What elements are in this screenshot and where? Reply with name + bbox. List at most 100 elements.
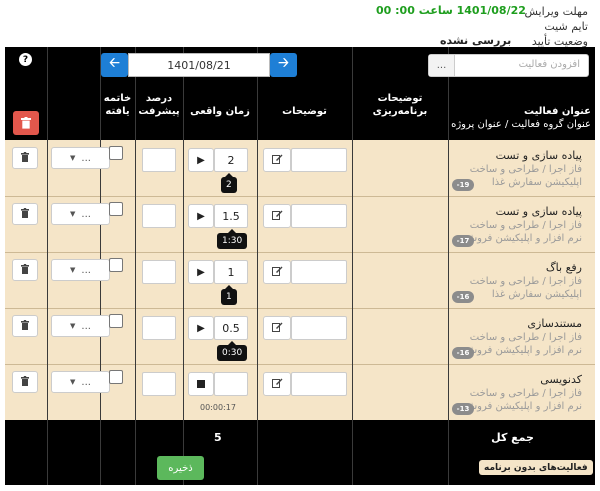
play-icon[interactable]: ▶ bbox=[188, 316, 214, 340]
header-labels: مهلت ویرایش تایم شیت وضعیت تأیید bbox=[525, 4, 589, 49]
row-dropdown[interactable]: ▼... bbox=[51, 315, 110, 337]
play-icon[interactable]: ▶ bbox=[188, 148, 214, 172]
activity-title: کدنویسی bbox=[540, 373, 582, 386]
trash-icon bbox=[21, 151, 29, 165]
col-notes: توضیحات bbox=[282, 106, 327, 117]
edit-notes-button[interactable] bbox=[263, 260, 291, 284]
time-tooltip: 1:30 bbox=[217, 229, 248, 249]
row-dropdown[interactable]: ▼... bbox=[51, 147, 110, 169]
unplanned-activities-button[interactable]: فعالیت‌های بدون برنامه bbox=[479, 460, 593, 475]
done-checkbox[interactable] bbox=[109, 146, 123, 160]
progress-input[interactable] bbox=[142, 204, 176, 228]
notes-input[interactable] bbox=[291, 372, 347, 396]
activity-title: پیاده سازی و تست bbox=[495, 149, 582, 162]
activity-group: فاز اجرا / طراحی و ساخت bbox=[469, 332, 582, 343]
col-activity: عنوان فعالیت عنوان گروه فعالیت / عنوان پ… bbox=[451, 106, 591, 130]
time-tooltip: 1 bbox=[221, 285, 237, 305]
actual-time-input[interactable]: 1 bbox=[214, 260, 248, 284]
row-dropdown[interactable]: ▼... bbox=[51, 371, 110, 393]
edit-notes-button[interactable] bbox=[263, 316, 291, 340]
progress-input[interactable] bbox=[142, 372, 176, 396]
actual-time-input[interactable]: 0.5 bbox=[214, 316, 248, 340]
activity-group: فاز اجرا / طراحی و ساخت bbox=[469, 164, 582, 175]
edit-icon bbox=[271, 322, 283, 335]
delete-row-button[interactable] bbox=[12, 259, 38, 281]
arrow-right-icon[interactable]: 🡢 bbox=[270, 53, 297, 77]
play-icon[interactable]: ▶ bbox=[188, 260, 214, 284]
date-navigator: 🡠 1401/08/21 🡢 bbox=[101, 53, 297, 77]
progress-input[interactable] bbox=[142, 148, 176, 172]
activity-project: نرم افزار و اپلیکیشن فروش bbox=[464, 401, 582, 412]
trash-icon bbox=[21, 375, 29, 389]
question-icon[interactable]: ? bbox=[19, 53, 32, 66]
row-dropdown[interactable]: ▼... bbox=[51, 203, 110, 225]
status-value: بررسی نشده bbox=[440, 34, 512, 47]
table-row: ▼... 00:00:17 کدنویسی فاز اجرا / طراحی و سا… bbox=[5, 364, 595, 420]
delete-row-button[interactable] bbox=[12, 371, 38, 393]
edit-notes-button[interactable] bbox=[263, 372, 291, 396]
done-checkbox[interactable] bbox=[109, 258, 123, 272]
stop-icon[interactable] bbox=[188, 372, 214, 396]
delay-badge: -16 bbox=[452, 347, 474, 359]
trash-icon bbox=[21, 207, 29, 221]
activity-title: رفع باگ bbox=[545, 261, 582, 274]
notes-input[interactable] bbox=[291, 260, 347, 284]
chevron-down-icon: ▼ bbox=[70, 154, 76, 162]
progress-input[interactable] bbox=[142, 260, 176, 284]
actual-time-input[interactable]: 1.5 bbox=[214, 204, 248, 228]
chevron-down-icon: ▼ bbox=[70, 266, 76, 274]
row-dropdown[interactable]: ▼... bbox=[51, 259, 110, 281]
timesheet-table: ? 🡠 1401/08/21 🡢 ... افزودن فعالیت خاتمه… bbox=[5, 47, 595, 485]
done-checkbox[interactable] bbox=[109, 370, 123, 384]
deadline-value: 1401/08/22 ساعت 00: 00 bbox=[376, 4, 526, 17]
activity-project: اپلیکیشن سفارش غذا bbox=[491, 289, 582, 300]
delay-badge: -13 bbox=[452, 403, 474, 415]
done-checkbox[interactable] bbox=[109, 314, 123, 328]
table-row: ▼... ▶ 0.5 0:30 مستندسازی فاز اجرا / طراحی و … bbox=[5, 308, 595, 364]
notes-input[interactable] bbox=[291, 148, 347, 172]
trash-icon bbox=[21, 117, 31, 129]
edit-icon bbox=[271, 210, 283, 223]
add-activity-input[interactable]: ... افزودن فعالیت bbox=[428, 54, 589, 77]
done-checkbox[interactable] bbox=[109, 202, 123, 216]
running-timer: 00:00:17 bbox=[200, 403, 236, 412]
progress-input[interactable] bbox=[142, 316, 176, 340]
add-activity-placeholder: افزودن فعالیت bbox=[518, 59, 580, 70]
activity-title: پیاده سازی و تست bbox=[495, 205, 582, 218]
delay-badge: -17 bbox=[452, 235, 474, 247]
activity-project: نرم افزار و اپلیکیشن فروش bbox=[464, 233, 582, 244]
trash-icon bbox=[21, 319, 29, 333]
activity-group: فاز اجرا / طراحی و ساخت bbox=[469, 276, 582, 287]
activity-project: نرم افزار و اپلیکیشن فروش bbox=[464, 345, 582, 356]
edit-icon bbox=[271, 154, 283, 167]
col-done: خاتمه یافته bbox=[103, 93, 132, 117]
time-tooltip: 0:30 bbox=[217, 341, 248, 361]
chevron-down-icon: ▼ bbox=[70, 210, 76, 218]
delete-row-button[interactable] bbox=[12, 203, 38, 225]
actual-time-input[interactable]: 2 bbox=[214, 148, 248, 172]
activity-project: اپلیکیشن سفارش غذا bbox=[491, 177, 582, 188]
delay-badge: -19 bbox=[452, 179, 474, 191]
delete-row-button[interactable] bbox=[12, 147, 38, 169]
col-actual-time: زمان واقعی bbox=[190, 106, 250, 117]
edit-notes-button[interactable] bbox=[263, 204, 291, 228]
chevron-down-icon: ▼ bbox=[70, 322, 76, 330]
save-button[interactable]: ذخیره bbox=[157, 456, 204, 480]
delay-badge: -16 bbox=[452, 291, 474, 303]
date-display[interactable]: 1401/08/21 bbox=[128, 53, 270, 77]
play-icon[interactable]: ▶ bbox=[188, 204, 214, 228]
edit-icon bbox=[271, 266, 283, 279]
notes-input[interactable] bbox=[291, 316, 347, 340]
arrow-left-icon[interactable]: 🡠 bbox=[101, 53, 128, 77]
notes-input[interactable] bbox=[291, 204, 347, 228]
time-tooltip: 2 bbox=[221, 173, 237, 193]
add-activity-button[interactable]: ... bbox=[429, 55, 455, 76]
actual-time-input[interactable] bbox=[214, 372, 248, 396]
total-value: 5 bbox=[214, 431, 222, 444]
table-row: ▼... ▶ 1.5 1:30 پیاده سازی و تست فاز اجرا / ط… bbox=[5, 196, 595, 252]
activity-title: مستندسازی bbox=[527, 317, 582, 330]
timesheet-label: تایم شیت bbox=[544, 20, 588, 33]
edit-notes-button[interactable] bbox=[263, 148, 291, 172]
delete-all-button[interactable] bbox=[13, 111, 39, 135]
delete-row-button[interactable] bbox=[12, 315, 38, 337]
